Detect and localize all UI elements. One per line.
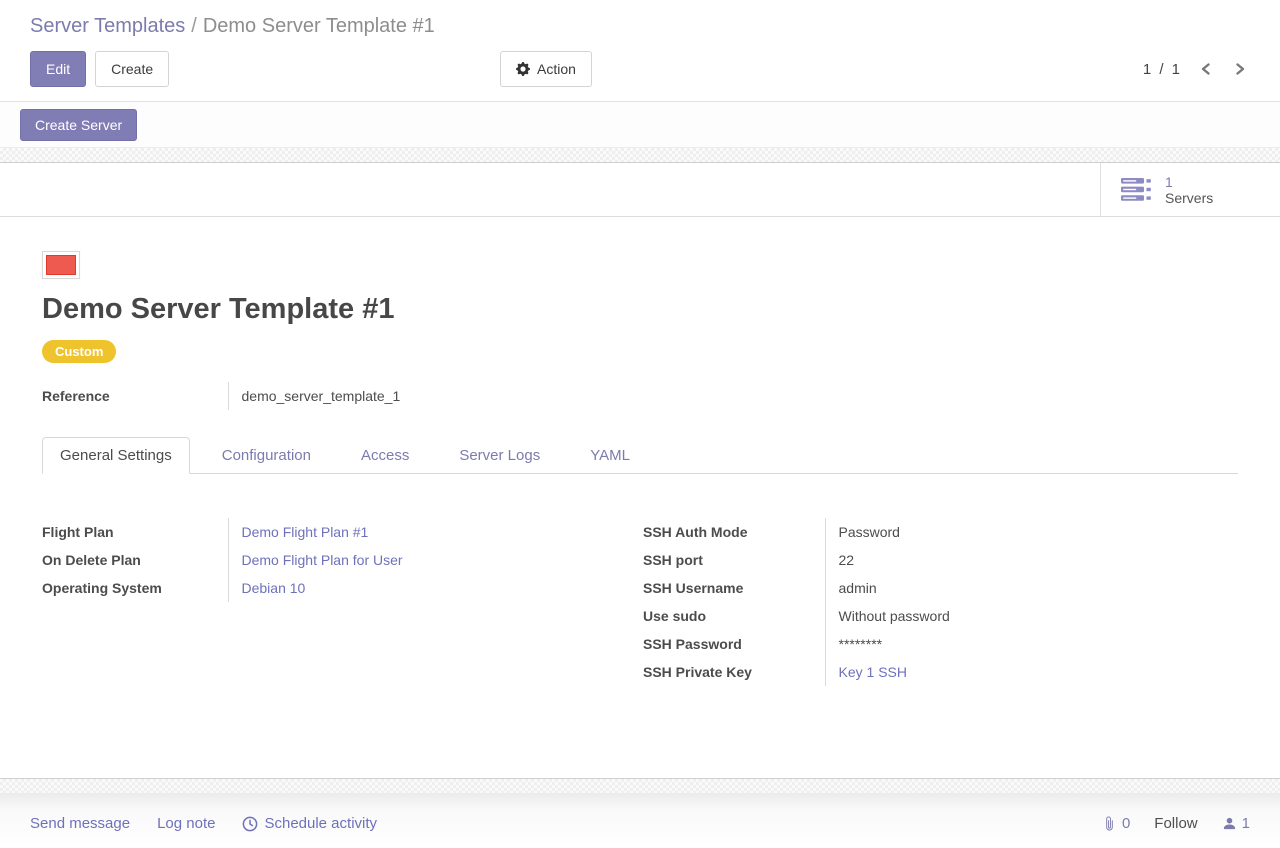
background-hatch-bottom [0,779,1280,793]
statusbar: Create Server [0,102,1280,148]
field-row-ssh-password: SSH Password ******** [643,630,956,658]
field-row-use-sudo: Use sudo Without password [643,602,956,630]
ssh-username-value: admin [825,574,956,602]
breadcrumb-separator: / [185,15,203,37]
template-color-image[interactable] [42,251,80,279]
servers-icon [1120,177,1152,202]
pager: 1 / 1 [1143,59,1250,79]
breadcrumb: Server Templates/Demo Server Template #1 [30,13,1250,39]
tab-yaml[interactable]: YAML [572,437,648,474]
pager-value: 1 / 1 [1143,61,1182,78]
reference-field-group: Reference demo_server_template_1 [42,382,406,410]
servers-stat-button[interactable]: 1 Servers [1100,163,1280,216]
ssh-username-label: SSH Username [643,574,825,602]
custom-badge: Custom [42,340,116,363]
red-color-swatch [46,255,76,275]
on-delete-plan-label: On Delete Plan [42,546,228,574]
chevron-right-icon [1232,61,1248,77]
use-sudo-label: Use sudo [643,602,825,630]
chatter: Send message Log note Schedule activity … [0,793,1280,848]
followers-button[interactable]: 1 [1222,815,1250,832]
tab-content-general-settings: Flight Plan Demo Flight Plan #1 On Delet… [42,518,1238,686]
record-title: Demo Server Template #1 [42,292,1238,327]
field-group-left: Flight Plan Demo Flight Plan #1 On Delet… [42,518,643,686]
servers-stat-value: 1 [1165,174,1213,190]
sheet-body: Demo Server Template #1 Custom Reference… [0,217,1280,686]
chatter-followers: 0 Follow 1 [1102,815,1250,832]
edit-button[interactable]: Edit [30,51,86,87]
control-panel-left-buttons: Edit Create [30,51,500,87]
flight-plan-label: Flight Plan [42,518,228,546]
create-server-button[interactable]: Create Server [20,109,137,141]
follow-button[interactable]: Follow [1154,815,1197,832]
ssh-auth-mode-value: Password [825,518,956,546]
ssh-private-key-value-link[interactable]: Key 1 SSH [825,658,956,686]
ssh-port-value: 22 [825,546,956,574]
reference-field-label: Reference [42,382,228,410]
field-row-operating-system: Operating System Debian 10 [42,574,409,602]
control-panel-center: Action [500,51,1143,87]
followers-count: 1 [1242,815,1250,832]
button-box: 1 Servers [0,163,1280,217]
notebook-tabbar: General Settings Configuration Access Se… [42,437,1238,474]
ssh-auth-mode-label: SSH Auth Mode [643,518,825,546]
field-row-on-delete-plan: On Delete Plan Demo Flight Plan for User [42,546,409,574]
reference-field-value: demo_server_template_1 [228,382,406,410]
breadcrumb-parent[interactable]: Server Templates [30,15,185,37]
ssh-port-label: SSH port [643,546,825,574]
use-sudo-value: Without password [825,602,956,630]
background-hatch-top [0,148,1280,162]
action-button[interactable]: Action [500,51,592,87]
breadcrumb-current: Demo Server Template #1 [203,15,435,37]
gear-icon [516,62,530,76]
send-message-button[interactable]: Send message [30,815,130,832]
ssh-private-key-label: SSH Private Key [643,658,825,686]
schedule-activity-button[interactable]: Schedule activity [242,815,377,832]
schedule-activity-label: Schedule activity [264,815,377,832]
attachments-count: 0 [1122,815,1130,832]
field-row-ssh-auth-mode: SSH Auth Mode Password [643,518,956,546]
action-button-label: Action [537,60,576,78]
pager-previous-button[interactable] [1196,59,1216,79]
on-delete-plan-value-link[interactable]: Demo Flight Plan for User [228,546,409,574]
ssh-password-value: ******** [825,630,956,658]
clock-icon [242,816,258,832]
chatter-actions: Send message Log note Schedule activity [30,815,377,832]
operating-system-label: Operating System [42,574,228,602]
person-icon [1222,816,1237,831]
attachments-button[interactable]: 0 [1102,815,1130,832]
ssh-password-label: SSH Password [643,630,825,658]
field-row-reference: Reference demo_server_template_1 [42,382,406,410]
tab-configuration[interactable]: Configuration [204,437,329,474]
log-note-button[interactable]: Log note [157,815,215,832]
servers-stat-label: Servers [1165,190,1213,206]
tab-server-logs[interactable]: Server Logs [441,437,558,474]
form-sheet: 1 Servers Demo Server Template #1 Custom… [0,162,1280,779]
pager-next-button[interactable] [1230,59,1250,79]
control-panel: Server Templates/Demo Server Template #1… [0,0,1280,102]
field-group-right: SSH Auth Mode Password SSH port 22 SSH U… [643,518,1238,686]
field-row-ssh-username: SSH Username admin [643,574,956,602]
operating-system-value-link[interactable]: Debian 10 [228,574,409,602]
field-row-flight-plan: Flight Plan Demo Flight Plan #1 [42,518,409,546]
page: Server Templates/Demo Server Template #1… [0,0,1280,848]
field-row-ssh-port: SSH port 22 [643,546,956,574]
paperclip-icon [1102,816,1117,831]
create-button[interactable]: Create [95,51,169,87]
control-panel-buttons-row: Edit Create Action 1 / 1 [30,51,1250,87]
chevron-left-icon [1198,61,1214,77]
tab-access[interactable]: Access [343,437,427,474]
flight-plan-value-link[interactable]: Demo Flight Plan #1 [228,518,409,546]
tab-general-settings[interactable]: General Settings [42,437,190,474]
field-row-ssh-private-key: SSH Private Key Key 1 SSH [643,658,956,686]
servers-stat-text: 1 Servers [1165,174,1213,206]
